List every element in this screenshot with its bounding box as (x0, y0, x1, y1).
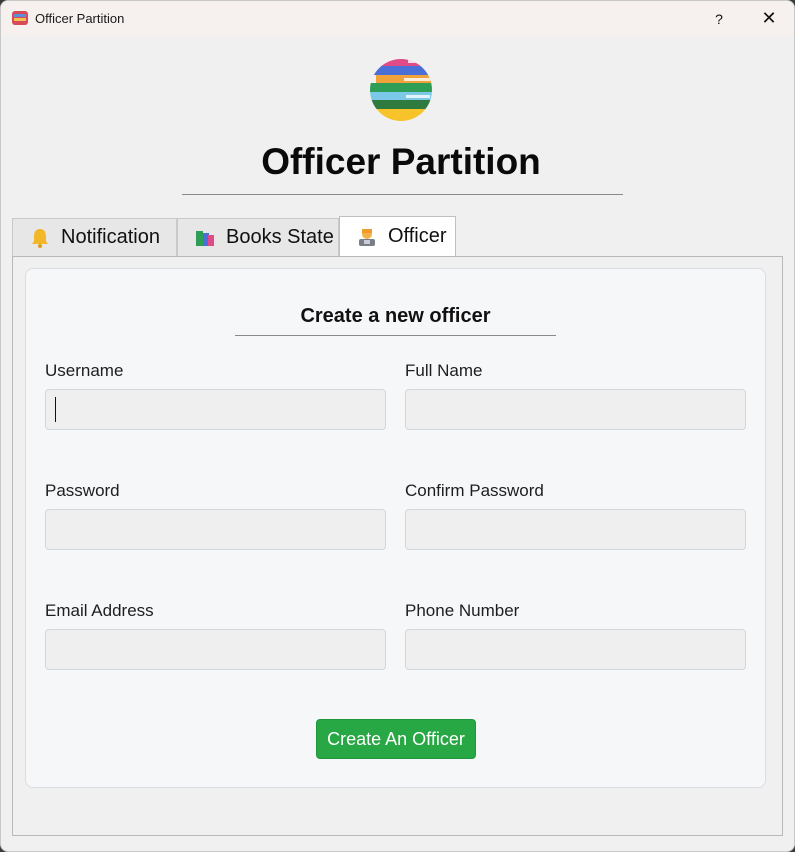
tab-label: Notification (61, 226, 160, 248)
text-caret (55, 397, 56, 422)
books-icon (196, 230, 214, 246)
books-stack-icon (370, 59, 432, 121)
tab-label: Books State (226, 226, 334, 248)
password-input[interactable] (45, 509, 386, 550)
full-name-input[interactable] (405, 389, 746, 430)
full-name-label: Full Name (405, 361, 483, 380)
username-label: Username (45, 361, 124, 380)
title-bar: Officer Partition ? ✕ (1, 1, 794, 36)
form-title: Create a new officer (300, 305, 491, 327)
close-button[interactable]: ✕ (746, 1, 792, 36)
app-icon (12, 11, 28, 25)
username-field-wrap (45, 389, 386, 430)
form-title-divider (235, 335, 556, 336)
tab-label: Officer (388, 225, 447, 247)
confirm-password-label: Confirm Password (405, 481, 544, 500)
username-input[interactable] (45, 389, 386, 430)
create-officer-button[interactable]: Create An Officer (316, 719, 476, 759)
window-title: Officer Partition (35, 11, 125, 26)
title-divider (182, 194, 623, 195)
email-input[interactable] (45, 629, 386, 670)
tab-notification[interactable]: Notification (12, 218, 177, 256)
confirm-password-input[interactable] (405, 509, 746, 550)
phone-input[interactable] (405, 629, 746, 670)
phone-label: Phone Number (405, 601, 520, 620)
app-window: Officer Partition ? ✕ Officer Partition (0, 0, 795, 852)
create-officer-card: Create a new officer Username Full Name … (25, 268, 766, 788)
officer-tab-panel: Create a new officer Username Full Name … (12, 256, 783, 836)
help-button[interactable]: ? (696, 1, 742, 36)
email-label: Email Address (45, 601, 154, 620)
officer-icon (359, 228, 375, 246)
tab-books-state[interactable]: Books State (177, 218, 339, 256)
page-title: Officer Partition (261, 141, 541, 182)
password-label: Password (45, 481, 120, 500)
bell-icon (32, 228, 48, 248)
tab-officer[interactable]: Officer (339, 216, 456, 256)
